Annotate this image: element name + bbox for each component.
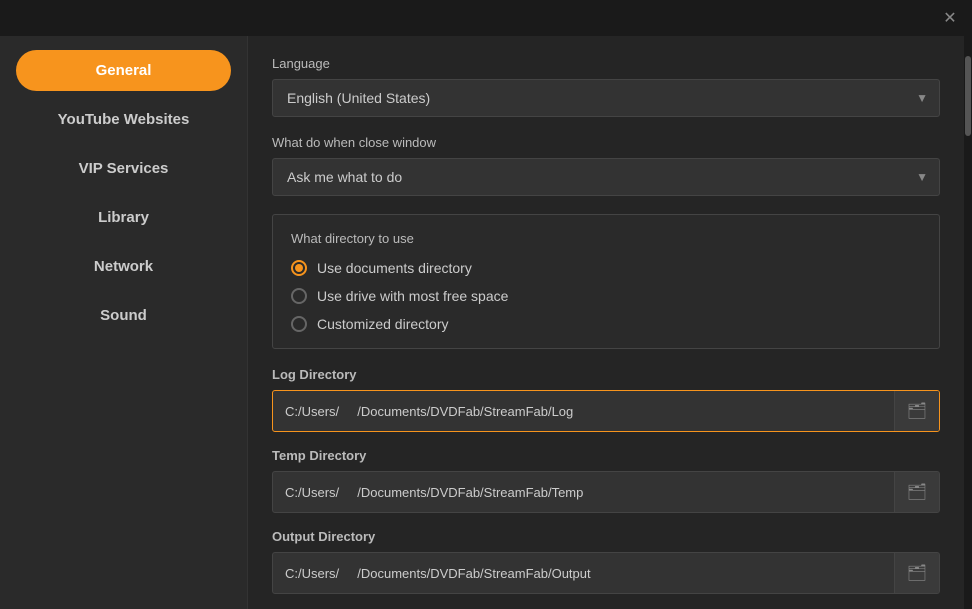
output-directory-input[interactable] — [273, 556, 894, 591]
temp-directory-browse-button[interactable]: 🗂 — [894, 472, 939, 512]
sidebar: General YouTube Websites VIP Services Li… — [0, 36, 248, 609]
radio-customized-label: Customized directory — [317, 316, 449, 332]
radio-documents-indicator — [291, 260, 307, 276]
temp-directory-label: Temp Directory — [272, 448, 940, 463]
radio-documents[interactable]: Use documents directory — [291, 260, 921, 276]
close-window-label: What do when close window — [272, 135, 940, 150]
temp-directory-section: Temp Directory 🗂 — [272, 448, 940, 513]
main-content: Language English (United States) ▼ What … — [248, 36, 964, 609]
scrollbar-thumb[interactable] — [965, 56, 971, 136]
radio-customized-indicator — [291, 316, 307, 332]
sidebar-item-youtube-websites[interactable]: YouTube Websites — [0, 95, 247, 144]
sidebar-item-vip-services[interactable]: VIP Services — [0, 144, 247, 193]
log-directory-input[interactable] — [273, 394, 894, 429]
temp-directory-container: 🗂 — [272, 471, 940, 513]
close-window-dropdown-container: Ask me what to do ▼ — [272, 158, 940, 196]
scrollbar[interactable] — [964, 36, 972, 609]
output-directory-section: Output Directory 🗂 — [272, 529, 940, 594]
sidebar-item-network[interactable]: Network — [0, 242, 247, 291]
log-directory-browse-button[interactable]: 🗂 — [894, 391, 939, 431]
output-directory-label: Output Directory — [272, 529, 940, 544]
directory-section: What directory to use Use documents dire… — [272, 214, 940, 349]
language-label: Language — [272, 56, 940, 71]
sidebar-item-library[interactable]: Library — [0, 193, 247, 242]
radio-free-space[interactable]: Use drive with most free space — [291, 288, 921, 304]
title-bar: ✕ — [0, 0, 972, 36]
temp-directory-input[interactable] — [273, 475, 894, 510]
close-button[interactable]: ✕ — [940, 8, 960, 28]
radio-free-space-indicator — [291, 288, 307, 304]
log-directory-container: 🗂 — [272, 390, 940, 432]
radio-documents-label: Use documents directory — [317, 260, 472, 276]
log-directory-section: Log Directory 🗂 — [272, 367, 940, 432]
sidebar-item-general[interactable]: General — [16, 50, 231, 91]
output-directory-browse-button[interactable]: 🗂 — [894, 553, 939, 593]
radio-customized[interactable]: Customized directory — [291, 316, 921, 332]
directory-section-title: What directory to use — [291, 231, 921, 246]
sidebar-item-sound[interactable]: Sound — [0, 291, 247, 340]
radio-free-space-label: Use drive with most free space — [317, 288, 508, 304]
log-directory-label: Log Directory — [272, 367, 940, 382]
content-area: General YouTube Websites VIP Services Li… — [0, 36, 972, 609]
close-window-dropdown[interactable]: Ask me what to do — [272, 158, 940, 196]
settings-dialog: ✕ General YouTube Websites VIP Services … — [0, 0, 972, 609]
language-dropdown-container: English (United States) ▼ — [272, 79, 940, 117]
language-dropdown[interactable]: English (United States) — [272, 79, 940, 117]
output-directory-container: 🗂 — [272, 552, 940, 594]
radio-group: Use documents directory Use drive with m… — [291, 260, 921, 332]
